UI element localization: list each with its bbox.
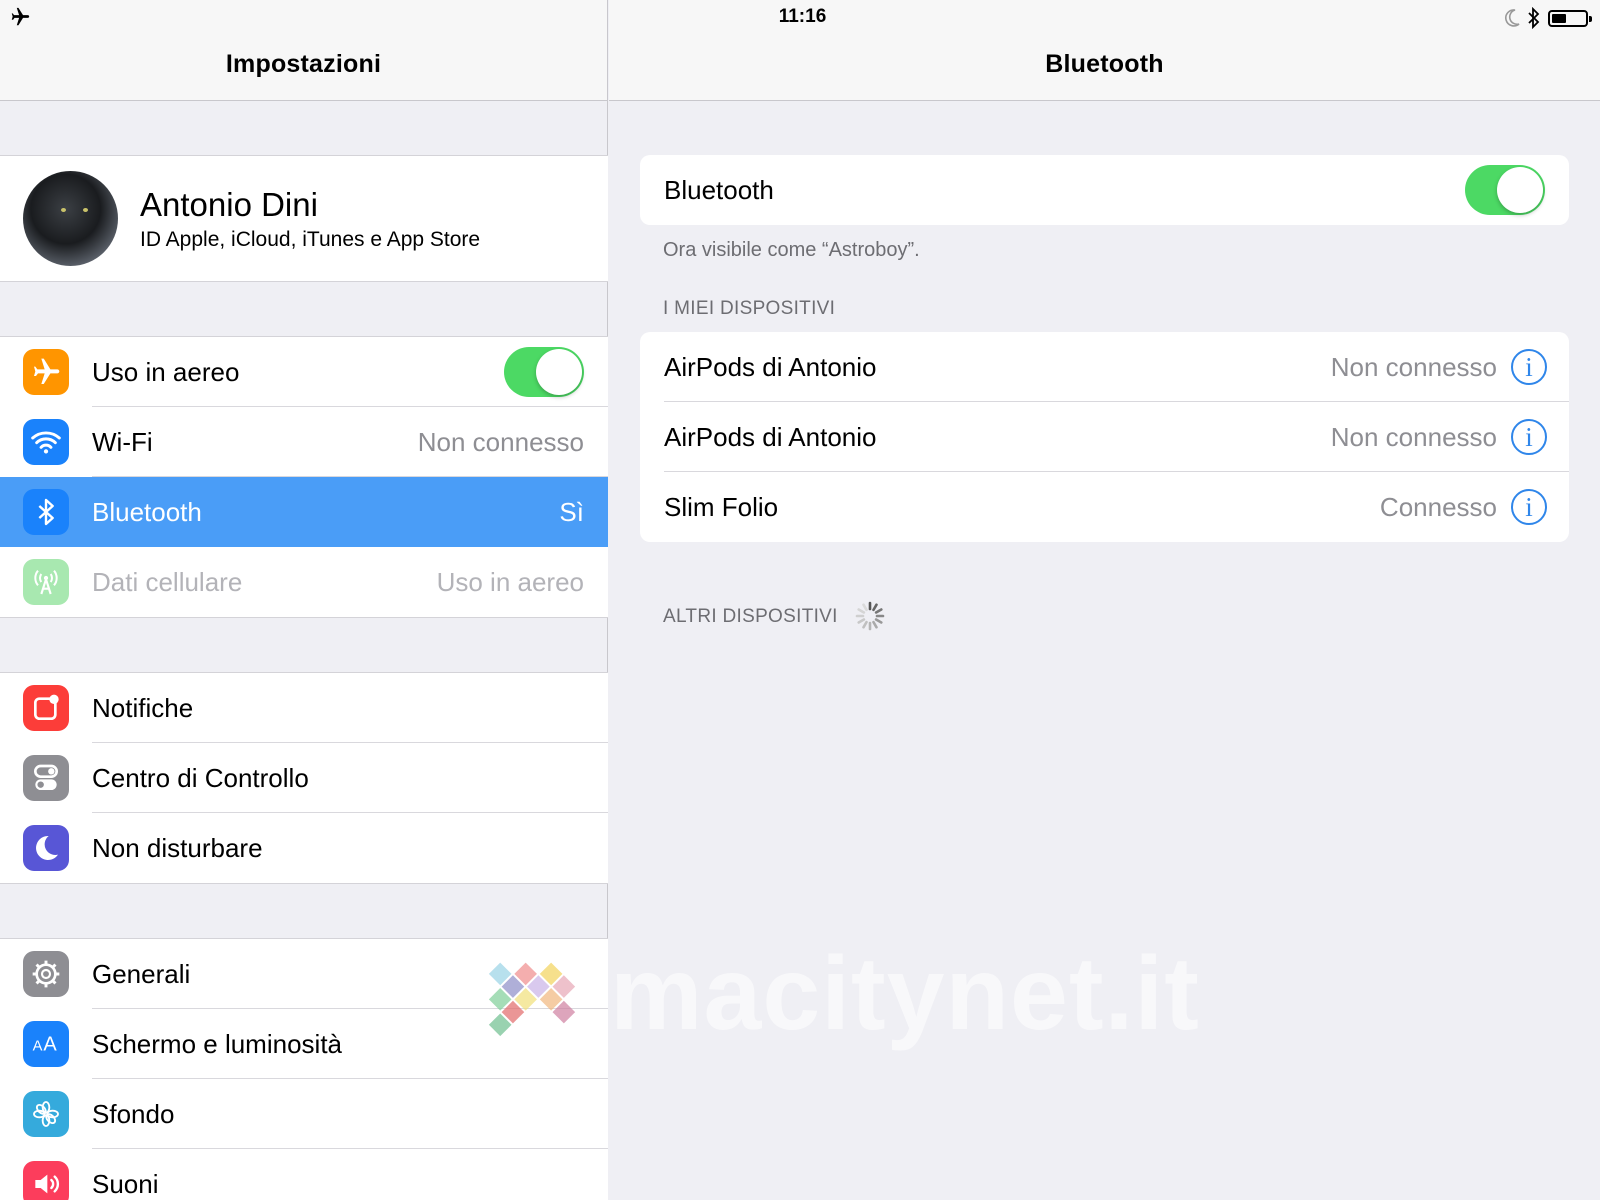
- info-icon[interactable]: i: [1511, 419, 1547, 455]
- bluetooth-detail: Bluetooth Bluetooth Ora visibile come “A…: [609, 0, 1600, 1200]
- bluetooth-toggle-card: Bluetooth: [640, 155, 1569, 225]
- device-status: Non connesso: [1330, 421, 1497, 452]
- bluetooth-icon: [1528, 7, 1540, 29]
- gear-icon: [23, 951, 69, 997]
- sidebar-item-general[interactable]: Generali: [0, 939, 608, 1009]
- sidebar-title: Impostazioni: [225, 50, 382, 78]
- bluetooth-row: Bluetooth: [640, 155, 1569, 225]
- sidebar-item-cellular[interactable]: Dati cellulare Uso in aereo: [0, 547, 608, 617]
- settings-group-connectivity: Uso in aereo Wi-Fi Non connesso Bluetoot…: [0, 336, 608, 618]
- device-name: Slim Folio: [664, 491, 779, 522]
- other-devices-header: ALTRI DISPOSITIVI: [663, 606, 838, 627]
- sidebar-item-do-not-disturb[interactable]: Non disturbare: [0, 813, 608, 883]
- info-icon[interactable]: i: [1511, 349, 1547, 385]
- airplane-icon: [23, 349, 69, 395]
- sidebar-item-label: Dati cellulare: [92, 566, 243, 597]
- visibility-text: Ora visibile come “Astroboy”.: [663, 239, 920, 261]
- moon-icon: [23, 825, 69, 871]
- profile-row[interactable]: Antonio Dini ID Apple, iCloud, iTunes e …: [0, 155, 608, 282]
- svg-text:A: A: [43, 1034, 57, 1056]
- settings-group-notifications: Notifiche Centro di Controllo Non distur…: [0, 672, 608, 884]
- detail-title: Bluetooth: [1045, 50, 1164, 78]
- sidebar-item-label: Generali: [92, 958, 191, 989]
- sidebar-item-value: Sì: [559, 496, 584, 527]
- display-icon: AA: [23, 1021, 69, 1067]
- sidebar-item-label: Suoni: [92, 1168, 159, 1199]
- sidebar-item-wifi[interactable]: Wi-Fi Non connesso: [0, 407, 608, 477]
- loading-spinner-icon: [855, 601, 885, 631]
- sidebar-item-wallpaper[interactable]: Sfondo: [0, 1079, 608, 1149]
- control-center-icon: [23, 755, 69, 801]
- sidebar-item-label: Centro di Controllo: [92, 762, 309, 793]
- sidebar-item-label: Non disturbare: [92, 832, 263, 863]
- sidebar-item-airplane-mode[interactable]: Uso in aereo: [0, 337, 608, 407]
- bluetooth-toggle[interactable]: [1465, 165, 1545, 215]
- notifications-icon: [23, 685, 69, 731]
- sidebar-item-notifications[interactable]: Notifiche: [0, 673, 608, 743]
- device-row[interactable]: AirPods di Antonio Non connesso i: [640, 402, 1569, 472]
- airplane-mode-toggle[interactable]: [504, 347, 584, 397]
- sidebar-item-display[interactable]: AA Schermo e luminosità: [0, 1009, 608, 1079]
- sidebar-item-label: Uso in aereo: [92, 356, 240, 387]
- status-time: 11:16: [778, 6, 827, 27]
- sidebar-item-value: Uso in aereo: [436, 566, 584, 597]
- sidebar-item-label: Wi-Fi: [92, 426, 153, 457]
- cellular-icon: [23, 559, 69, 605]
- sidebar-item-label: Notifiche: [92, 692, 194, 723]
- sidebar-item-label: Schermo e luminosità: [92, 1028, 342, 1059]
- sounds-icon: [23, 1161, 69, 1200]
- device-status: Non connesso: [1330, 351, 1497, 382]
- settings-group-general: Generali AA Schermo e luminosità Sfondo …: [0, 938, 608, 1200]
- device-row[interactable]: Slim Folio Connesso i: [640, 472, 1569, 542]
- bluetooth-label: Bluetooth: [664, 174, 774, 205]
- sidebar-item-bluetooth[interactable]: Bluetooth Sì: [0, 477, 608, 547]
- avatar: [23, 171, 118, 266]
- wifi-icon: [23, 419, 69, 465]
- device-status: Connesso: [1379, 491, 1497, 522]
- status-bar: 11:16: [0, 0, 1600, 34]
- device-name: AirPods di Antonio: [664, 421, 877, 452]
- svg-text:A: A: [33, 1039, 43, 1055]
- sidebar-item-label: Sfondo: [92, 1098, 175, 1129]
- my-devices-list: AirPods di Antonio Non connesso i AirPod…: [640, 332, 1569, 542]
- device-row[interactable]: AirPods di Antonio Non connesso i: [640, 332, 1569, 402]
- battery-icon: [1548, 9, 1592, 27]
- profile-name: Antonio Dini: [140, 186, 318, 223]
- sidebar-item-control-center[interactable]: Centro di Controllo: [0, 743, 608, 813]
- sidebar-item-sounds[interactable]: Suoni: [0, 1149, 608, 1200]
- bluetooth-icon: [23, 489, 69, 535]
- settings-sidebar: Impostazioni Antonio Dini ID Apple, iClo…: [0, 0, 608, 1200]
- moon-icon: [1505, 9, 1520, 27]
- wallpaper-icon: [23, 1091, 69, 1137]
- my-devices-header: I MIEI DISPOSITIVI: [663, 298, 836, 319]
- profile-subtitle: ID Apple, iCloud, iTunes e App Store: [140, 228, 481, 251]
- device-name: AirPods di Antonio: [664, 351, 877, 382]
- info-icon[interactable]: i: [1511, 489, 1547, 525]
- sidebar-item-value: Non connesso: [417, 426, 584, 457]
- sidebar-item-label: Bluetooth: [92, 496, 202, 527]
